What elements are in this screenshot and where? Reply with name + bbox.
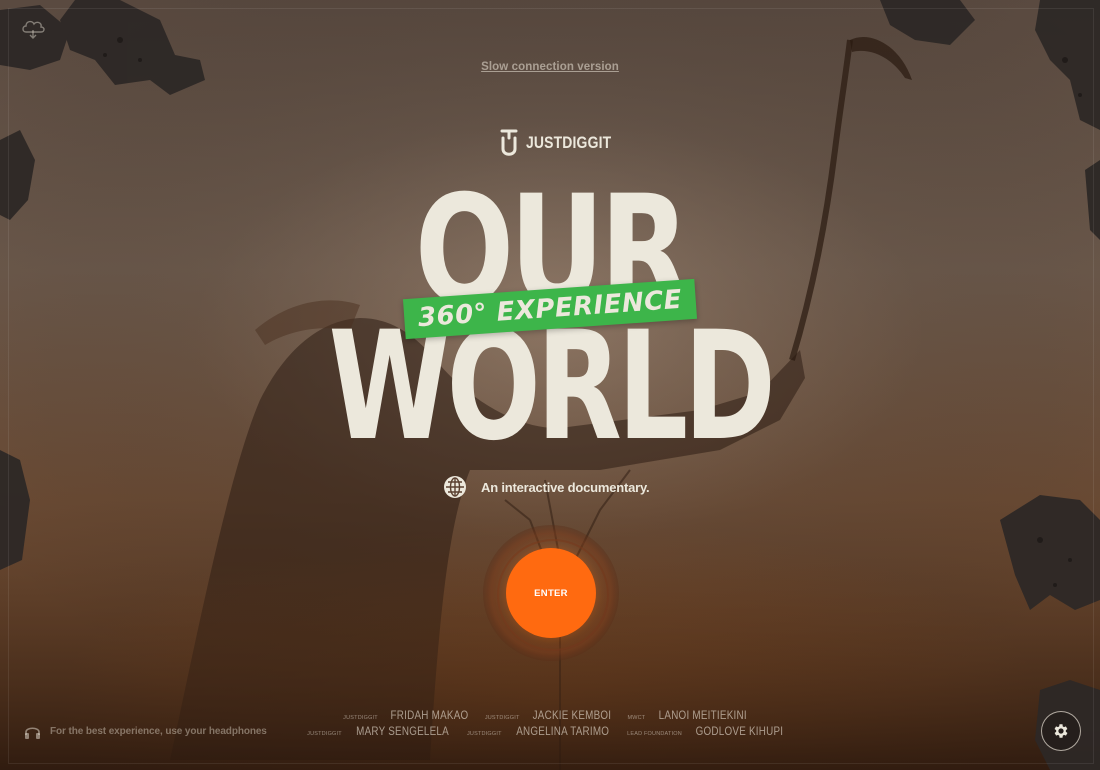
brand-logo: JUSTDIGGIT (500, 128, 630, 158)
credit-item: MWCT LANOI MEITIEKINI (627, 708, 756, 722)
tagline: An interactive documentary. (443, 475, 650, 499)
credit-item: Justdiggit FRIDAH MAKAO (343, 708, 477, 722)
credit-name: MARY SENGELELA (356, 724, 449, 738)
globe-icon (444, 476, 466, 498)
enter-button[interactable]: ENTER (506, 548, 596, 638)
credit-item: Justdiggit ANGELINA TARIMO (467, 724, 619, 738)
brand-name: JUSTDIGGIT (526, 133, 612, 152)
credit-name: LANOI MEITIEKINI (659, 708, 748, 722)
credit-name: FRIDAH MAKAO (390, 708, 469, 722)
tagline-text: An interactive documentary. (481, 479, 650, 495)
credit-name: JACKIE KEMBOI (532, 708, 611, 722)
title-line-2: WORLD (328, 300, 776, 474)
gear-icon (1054, 724, 1068, 738)
credits-row-2: Justdiggit MARY SENGELELA Justdiggit ANG… (0, 724, 1100, 740)
credit-item: Lead Foundation GODLOVE KIHUPI (627, 724, 793, 738)
credit-org: Justdiggit (466, 731, 502, 737)
credit-item: Justdiggit MARY SENGELELA (307, 724, 459, 738)
credit-org: Justdiggit (343, 715, 378, 721)
settings-button[interactable] (1041, 711, 1081, 751)
justdiggit-logo-icon (500, 129, 518, 156)
credits-row-1: Justdiggit FRIDAH MAKAO Justdiggit JACKI… (0, 708, 1100, 724)
enter-button-label: ENTER (534, 587, 568, 599)
credit-org: Justdiggit (307, 731, 342, 737)
credit-org: MWCT (627, 715, 646, 721)
cloud-download-icon[interactable] (20, 16, 46, 40)
credit-org: Lead Foundation (627, 731, 682, 737)
credit-item: Justdiggit JACKIE KEMBOI (485, 708, 620, 722)
credit-org: Justdiggit (484, 715, 520, 721)
credit-name: ANGELINA TARIMO (515, 724, 609, 738)
credits: Justdiggit FRIDAH MAKAO Justdiggit JACKI… (0, 708, 1100, 740)
slow-connection-link[interactable]: Slow connection version (0, 61, 1100, 73)
intro-screen: Slow connection version JUSTDIGGIT OUR W… (0, 0, 1100, 770)
credit-name: GODLOVE KIHUPI (695, 724, 784, 738)
